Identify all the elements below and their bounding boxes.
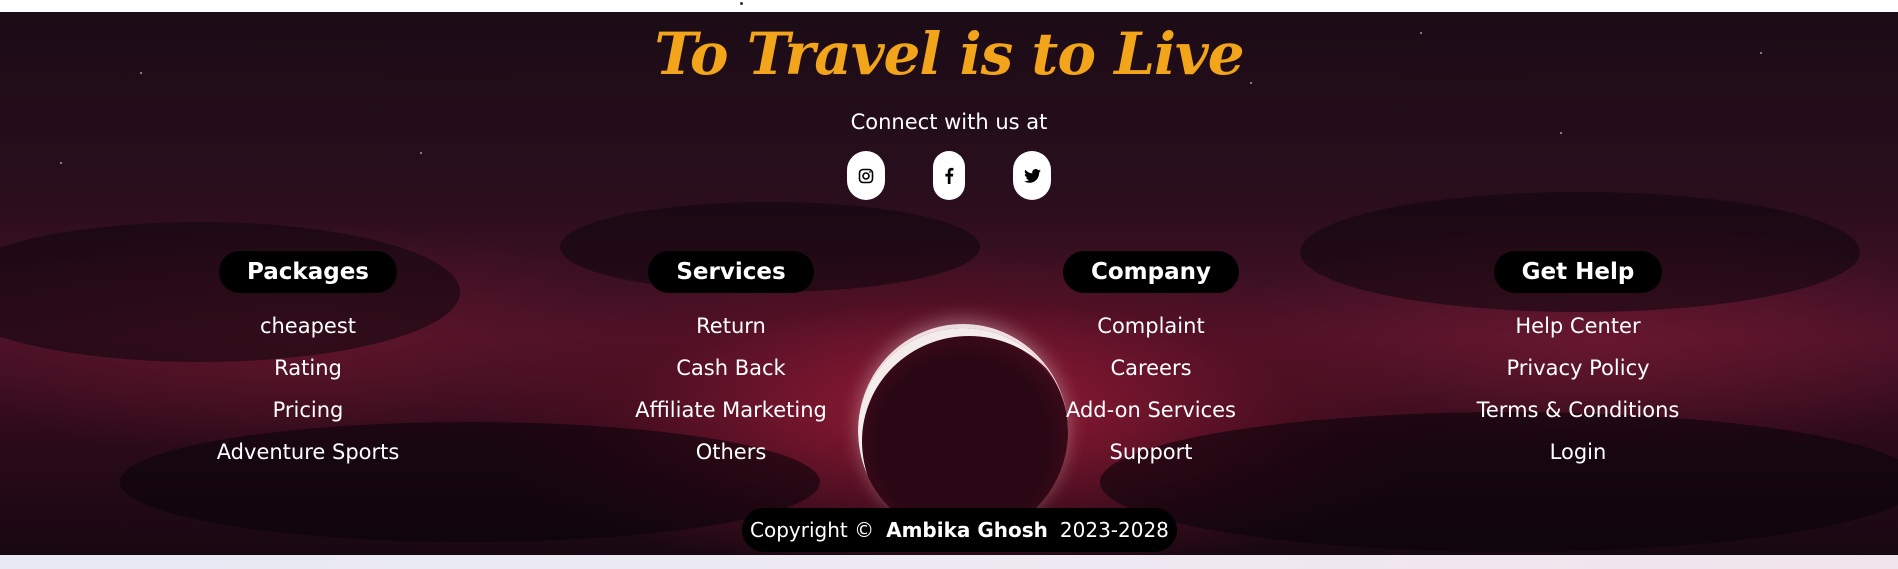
footer-link[interactable]: Complaint	[1097, 305, 1204, 347]
footer-column-services: Services Return Cash Back Affiliate Mark…	[601, 251, 861, 473]
footer-link[interactable]: Privacy Policy	[1506, 347, 1649, 389]
footer-link[interactable]: Add-on Services	[1066, 389, 1236, 431]
footer-link[interactable]: Adventure Sports	[217, 431, 400, 473]
footer-column-get-help: Get Help Help Center Privacy Policy Term…	[1448, 251, 1708, 473]
footer-column-packages: Packages cheapest Rating Pricing Adventu…	[178, 251, 438, 473]
facebook-icon	[945, 167, 954, 184]
instagram-button[interactable]	[847, 151, 885, 200]
star	[60, 162, 62, 164]
connect-label: Connect with us at	[850, 110, 1048, 134]
page-bottom-edge	[0, 555, 1898, 569]
copyright-badge: Copyright © Ambika Ghosh 2023-2028	[742, 508, 1177, 552]
cursor-dot	[740, 2, 743, 5]
footer-link[interactable]: Help Center	[1515, 305, 1640, 347]
site-footer: To Travel is to Live Connect with us at …	[0, 12, 1898, 555]
column-heading: Services	[648, 251, 814, 293]
copyright-prefix: Copyright ©	[750, 518, 875, 542]
instagram-icon	[858, 168, 874, 183]
column-heading: Company	[1063, 251, 1239, 293]
footer-link[interactable]: Login	[1550, 431, 1607, 473]
footer-link[interactable]: Pricing	[273, 389, 344, 431]
column-heading: Get Help	[1493, 251, 1663, 293]
footer-link[interactable]: Terms & Conditions	[1477, 389, 1680, 431]
facebook-button[interactable]	[933, 151, 965, 200]
copyright-author: Ambika Ghosh	[886, 518, 1048, 542]
twitter-button[interactable]	[1013, 151, 1051, 200]
footer-link[interactable]: Affiliate Marketing	[635, 389, 827, 431]
top-edge	[0, 0, 1898, 12]
footer-tagline: To Travel is to Live	[654, 20, 1244, 88]
footer-link[interactable]: Support	[1109, 431, 1192, 473]
footer-link[interactable]: Others	[696, 431, 767, 473]
footer-column-company: Company Complaint Careers Add-on Service…	[1021, 251, 1281, 473]
footer-link[interactable]: Careers	[1110, 347, 1191, 389]
footer-link[interactable]: Cash Back	[676, 347, 785, 389]
footer-link[interactable]: cheapest	[260, 305, 356, 347]
copyright-years: 2023-2028	[1059, 518, 1169, 542]
star	[420, 152, 422, 154]
footer-link[interactable]: Rating	[274, 347, 342, 389]
column-heading: Packages	[219, 251, 397, 293]
twitter-icon	[1023, 168, 1041, 183]
footer-link[interactable]: Return	[696, 305, 766, 347]
